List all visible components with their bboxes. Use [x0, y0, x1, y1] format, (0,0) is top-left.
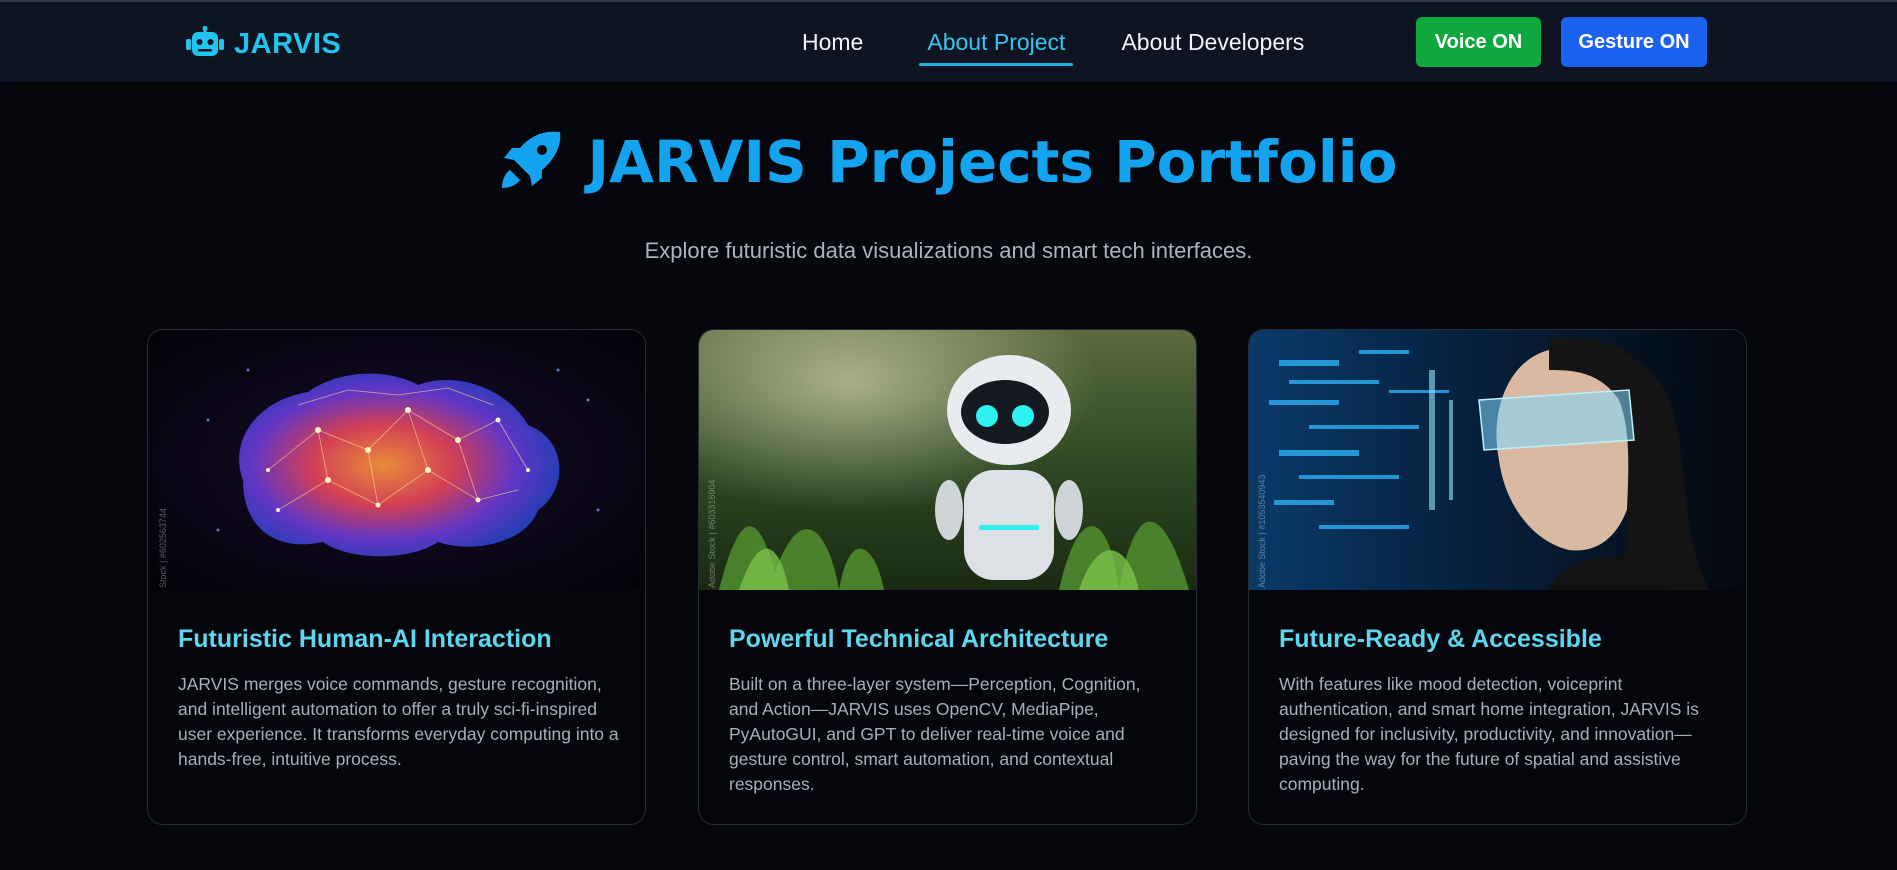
card-title: Future-Ready & Accessible	[1279, 625, 1602, 653]
page-title: JARVIS Projects Portfolio	[587, 128, 1398, 196]
card-description: JARVIS merges voice commands, gesture re…	[178, 674, 619, 769]
voice-toggle-button[interactable]: Voice ON	[1416, 17, 1541, 67]
holographic-visor-image: Adobe Stock | #1053540943	[1249, 330, 1746, 590]
nav-about-project-link[interactable]: About Project	[915, 2, 1077, 82]
image-watermark: Adobe Stock | #1053540943	[1257, 474, 1267, 588]
nav-about-developers-link[interactable]: About Developers	[1109, 2, 1316, 82]
card-description: With features like mood detection, voice…	[1279, 674, 1699, 794]
image-watermark: Adobe Stock | #603316904	[707, 479, 717, 588]
neural-brain-image: Stock | #602563744	[148, 330, 645, 590]
project-card-2: Adobe Stock | #603316904 Powerful Techni…	[698, 329, 1197, 825]
card-description: Built on a three-layer system—Perception…	[729, 674, 1141, 794]
project-card-3: Adobe Stock | #1053540943 Future-Ready &…	[1248, 329, 1747, 825]
card-title: Powerful Technical Architecture	[729, 625, 1109, 653]
nav-home-link[interactable]: Home	[790, 2, 875, 82]
image-watermark: Stock | #602563744	[158, 508, 168, 588]
robot-garden-image: Adobe Stock | #603316904	[699, 330, 1196, 590]
page-subtitle: Explore futuristic data visualizations a…	[644, 238, 1253, 263]
brand-name: JARVIS	[234, 28, 342, 60]
nav-links: Home About Project About Developers	[790, 2, 1316, 82]
gesture-toggle-button[interactable]: Gesture ON	[1561, 17, 1707, 67]
hero-heading: JARVIS Projects Portfolio	[0, 128, 1897, 196]
robot-icon	[186, 26, 224, 63]
project-card-1: Stock | #602563744 Futuristic Human-AI I…	[147, 329, 646, 825]
card-title: Futuristic Human-AI Interaction	[178, 625, 552, 653]
navbar: JARVIS Home About Project About Develope…	[0, 2, 1897, 82]
brand-logo[interactable]: JARVIS	[186, 26, 341, 63]
rocket-icon	[500, 130, 562, 195]
